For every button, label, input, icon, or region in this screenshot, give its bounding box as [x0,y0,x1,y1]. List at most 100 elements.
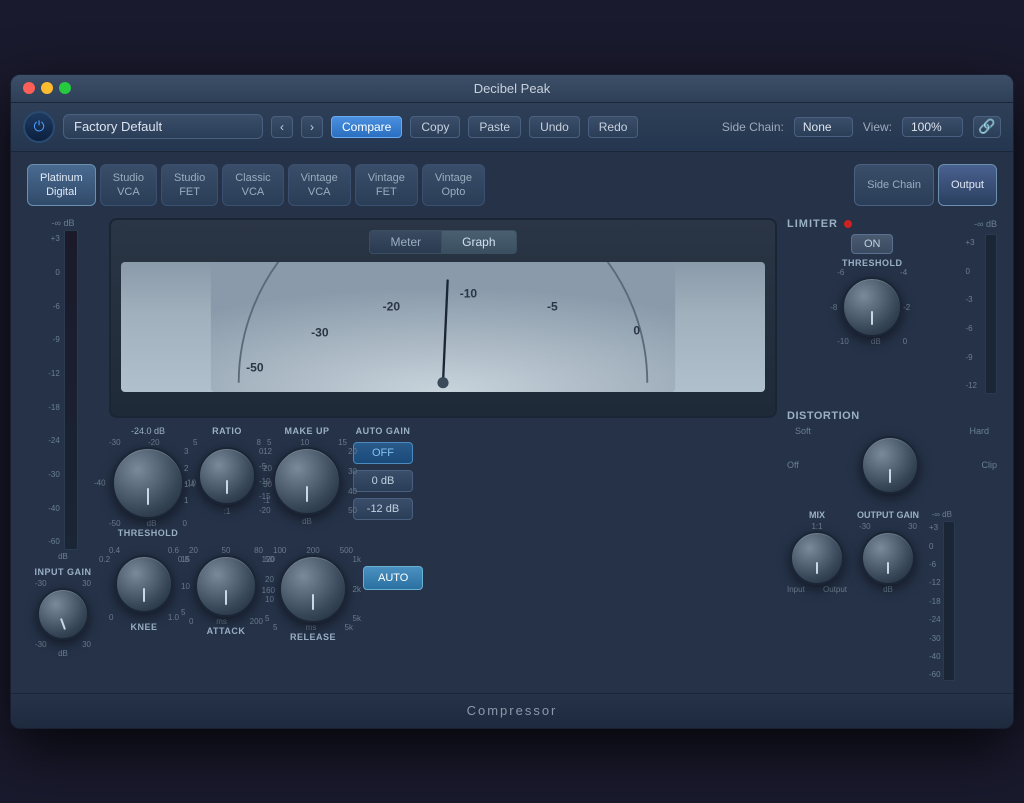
meter-tab[interactable]: Meter [369,230,442,254]
input-gain-knob[interactable] [37,588,89,640]
right-panel: LIMITER -∞ dB ON THRESHOLD -6 [787,218,997,681]
knee-label: KNEE [130,622,157,632]
knee-knob[interactable] [115,555,173,613]
preset-selector[interactable]: Factory Default [63,114,263,139]
output-gain-label: OUTPUT GAIN [857,510,919,520]
mix-group: MIX 1:1 Input Output [787,510,847,594]
title-bar-buttons [23,82,71,94]
side-chain-select[interactable]: None [794,117,853,137]
auto-gain-label: AUTO GAIN [356,426,411,436]
svg-text:-30: -30 [311,326,329,340]
output-gain-knob[interactable] [861,531,915,585]
link-button[interactable]: 🔗 [973,116,1001,138]
minimize-button[interactable] [41,82,53,94]
tab-platinum-digital[interactable]: PlatinumDigital [27,164,96,207]
input-gain-knob-group: INPUT GAIN -30 30 -30 30 dB [34,567,91,658]
distortion-section: DISTORTION Soft Hard Off Clip [787,410,997,494]
ratio-knob[interactable] [198,447,256,505]
undo-button[interactable]: Undo [529,116,580,138]
main-knobs-row: -24.0 dB -30 -20 -40 -10 [109,426,777,538]
tab-vintage-opto[interactable]: VintageOpto [422,164,485,207]
limiter-meter: +3 0 -3 -6 -9 -12 [965,234,977,394]
mix-output-row: MIX 1:1 Input Output OUTPUT GAIN [787,510,997,681]
limiter-threshold-knob[interactable] [842,277,902,337]
release-label: RELEASE [290,632,336,642]
limiter-threshold-label: THRESHOLD [842,258,903,268]
distortion-knob[interactable] [861,436,919,494]
attack-knob[interactable] [195,555,257,617]
title-bar: Decibel Peak [11,75,1013,103]
nav-prev-button[interactable]: ‹ [271,116,293,138]
meter-graph-tabs: Meter Graph [121,230,765,254]
copy-button[interactable]: Copy [410,116,460,138]
tab-studio-vca[interactable]: StudioVCA [100,164,157,207]
input-meter-bar [64,230,78,550]
tab-side-chain[interactable]: Side Chain [854,164,934,207]
tab-output[interactable]: Output [938,164,997,207]
plugin-type-label: Compressor [467,703,558,718]
side-chain-label: Side Chain: [722,120,784,134]
power-button[interactable]: ⏻ [23,111,55,143]
auto-gain-group: AUTO GAIN OFF 0 dB -12 dB [353,426,413,520]
release-group: 100 200 500 50 20 10 5 [273,546,353,642]
tab-vintage-vca[interactable]: VintageVCA [288,164,351,207]
distortion-off-label: Off [787,460,799,470]
input-gain-section: -∞ dB +3 0 -6 -9 -12 -18 -24 -30 -40 -60 [27,218,99,681]
vu-display: Meter Graph [109,218,777,418]
threshold-label: THRESHOLD [118,528,179,538]
limiter-label: LIMITER [787,218,838,230]
top-controls: ⏻ Factory Default ‹ › Compare Copy Paste… [11,103,1013,152]
bottom-knobs-row: 0.4 0.6 0.2 0.8 [109,546,777,642]
auto-button-group: AUTO [363,546,423,590]
tab-classic-vca[interactable]: ClassicVCA [222,164,283,207]
distortion-hard-label: Hard [969,426,989,436]
auto-gain-12db-button[interactable]: -12 dB [353,498,413,520]
mix-knob[interactable] [790,531,844,585]
auto-button[interactable]: AUTO [363,566,423,590]
makeup-label: MAKE UP [284,426,329,436]
input-meter-ticks: +3 0 -6 -9 -12 -18 -24 -30 -40 -60 [48,230,60,550]
threshold-knob[interactable] [112,447,184,519]
auto-gain-off-button[interactable]: OFF [353,442,413,464]
center-controls: Meter Graph [109,218,777,681]
release-knob[interactable] [279,555,347,623]
output-gain-group: OUTPUT GAIN -30 30 dB [857,510,919,594]
attack-label: ATTACK [207,626,246,636]
tab-studio-fet[interactable]: StudioFET [161,164,218,207]
view-label: View: [863,120,892,134]
type-tabs: PlatinumDigital StudioVCA StudioFET Clas… [27,164,997,207]
tab-vintage-fet[interactable]: VintageFET [355,164,418,207]
nav-next-button[interactable]: › [301,116,323,138]
threshold-value-label: -24.0 dB [131,426,165,436]
plugin-window: Decibel Peak ⏻ Factory Default ‹ › Compa… [10,74,1014,730]
svg-text:-50: -50 [246,361,264,375]
graph-tab[interactable]: Graph [442,230,516,254]
input-meter-container: +3 0 -6 -9 -12 -18 -24 -30 -40 -60 [48,230,78,550]
vu-gauge-area: -50 -30 -20 -10 -5 0 [121,262,765,392]
distortion-label: DISTORTION [787,410,997,422]
limiter-indicator [844,220,852,228]
makeup-knob[interactable] [273,447,341,515]
close-button[interactable] [23,82,35,94]
threshold-group: -24.0 dB -30 -20 -40 -10 [109,426,187,538]
input-gain-label: INPUT GAIN [34,567,91,577]
svg-text:-10: -10 [460,287,478,301]
svg-text:-20: -20 [383,300,401,314]
maximize-button[interactable] [59,82,71,94]
auto-gain-0db-button[interactable]: 0 dB [353,470,413,492]
distortion-soft-label: Soft [795,426,811,436]
redo-button[interactable]: Redo [588,116,639,138]
window-title: Decibel Peak [474,81,551,96]
ratio-label: RATIO [212,426,242,436]
makeup-group: MAKE UP 5 10 15 0 -5 -10 -15 [267,426,347,526]
bottom-bar: Compressor [11,693,1013,728]
mix-label: MIX [809,510,825,520]
limiter-on-button[interactable]: ON [851,234,894,254]
paste-button[interactable]: Paste [468,116,521,138]
ratio-group: RATIO 5 8 3 2 1.4 1 [193,426,261,516]
output-meter-group: -∞ dB +3 0 -6 -12 -18 -24 -30 [929,510,955,681]
input-db-top: -∞ dB [52,218,75,228]
compare-button[interactable]: Compare [331,116,402,138]
view-select[interactable]: 100% [902,117,963,137]
top-left: ⏻ Factory Default ‹ › Compare Copy Paste… [23,111,638,143]
